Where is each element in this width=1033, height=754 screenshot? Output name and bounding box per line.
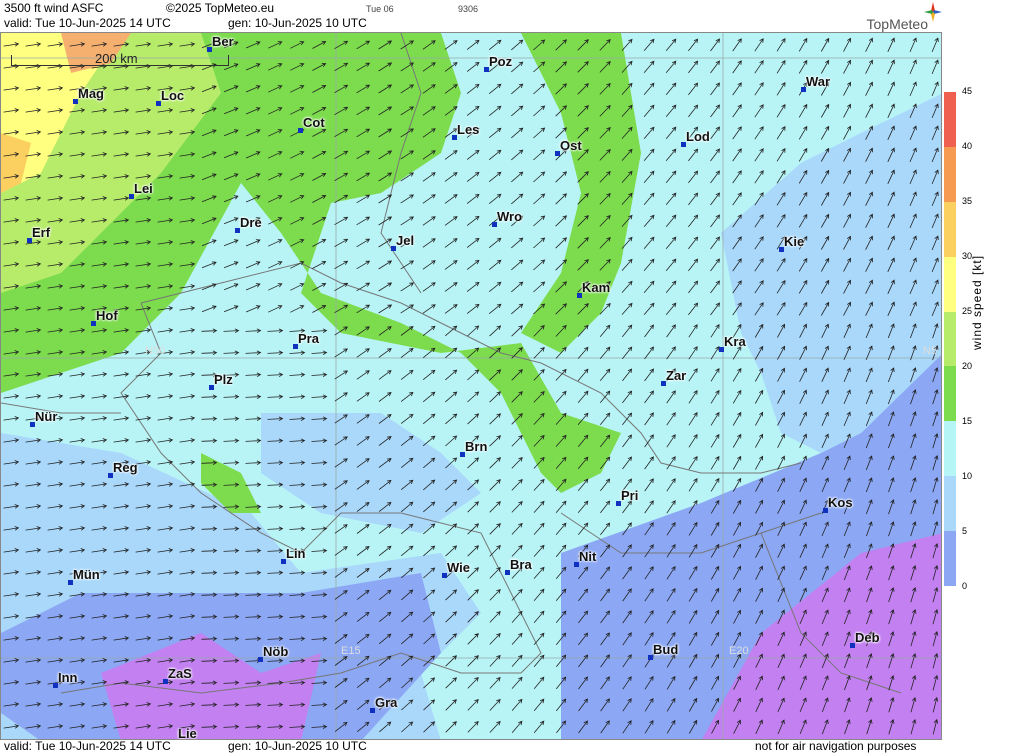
city-label: Poz: [489, 54, 513, 69]
compass-logo-icon: [924, 2, 942, 22]
city-label: Nit: [579, 549, 597, 564]
city-label: Reg: [113, 460, 138, 475]
footer-generated-time: gen: 10-Jun-2025 10 UTC: [228, 739, 367, 753]
city-label: Brn: [465, 439, 488, 454]
legend-swatch: [944, 92, 956, 148]
legend-tick-label: 35: [962, 196, 973, 206]
legend-swatch: [944, 256, 956, 313]
legend-swatch: [944, 311, 956, 367]
city-label: Cot: [303, 115, 325, 130]
footer-valid-time: valid: Tue 10-Jun-2025 14 UTC: [4, 739, 171, 753]
grid-label-e15: E15: [341, 645, 361, 657]
legend-swatch: [944, 476, 956, 532]
city-label: Gra: [375, 695, 398, 710]
brand-name: TopMeteo: [866, 16, 928, 32]
city-label: Mün: [73, 567, 100, 582]
city-label: Lie: [178, 726, 197, 740]
city-marker: [173, 739, 178, 740]
city-label: Lod: [686, 129, 710, 144]
wind-map[interactable]: N50 N5 E15 E20 200 km Ber Poz War Mag Loc Cot…: [0, 32, 942, 740]
topmeteo-logo: TopMeteo: [867, 16, 928, 32]
city-label: Erf: [32, 225, 51, 240]
city-label: Plz: [214, 372, 233, 387]
city-label: Bud: [653, 642, 679, 657]
city-label: Lin: [286, 546, 306, 561]
city-label: Wro: [497, 209, 523, 224]
city-label: Deb: [855, 630, 880, 645]
legend-axis-title: wind speed [kt]: [970, 254, 984, 350]
city-label: Kra: [724, 334, 746, 349]
city-label: Pra: [298, 331, 319, 346]
city-label: Inn: [58, 670, 78, 685]
city-label: Ber: [212, 34, 234, 49]
legend-tick-label: 20: [962, 361, 973, 371]
air-navigation-disclaimer: not for air navigation purposes: [755, 739, 917, 753]
legend-tick-label: 45: [962, 86, 973, 96]
city-label: Nür: [35, 409, 58, 424]
city-label: Mag: [78, 86, 104, 101]
copyright: ©2025 TopMeteo.eu: [166, 1, 275, 15]
city-label: Kam: [582, 280, 611, 295]
city-label: Hof: [96, 308, 118, 323]
legend-swatch: [944, 366, 956, 422]
city-label: ZaS: [168, 666, 192, 681]
legend-tick-label: 10: [962, 471, 973, 481]
city-label: Jel: [396, 233, 415, 248]
city-label: Pri: [621, 488, 639, 503]
legend-tick-label: 5: [962, 526, 968, 536]
day-tab[interactable]: Tue 06: [366, 4, 394, 14]
wind-speed-legend: [944, 92, 956, 587]
city-label: Ost: [560, 138, 582, 153]
legend-swatch: [944, 421, 956, 477]
city-label: Kie: [784, 234, 805, 249]
city-label: Loc: [161, 88, 185, 103]
city-label: Wie: [447, 560, 470, 575]
generated-time: gen: 10-Jun-2025 10 UTC: [228, 16, 367, 30]
city-label: War: [806, 74, 831, 89]
city-label: Kos: [828, 495, 853, 510]
legend-tick-label: 15: [962, 416, 973, 426]
city-label: Nöb: [263, 644, 289, 659]
wind-field-layer: [1, 33, 941, 739]
city-label: Dre: [240, 215, 262, 230]
map-code: 9306: [458, 4, 479, 14]
grid-label-n50-right: N5: [923, 345, 938, 357]
scale-bar-label: 200 km: [95, 51, 138, 66]
city-label: Les: [457, 122, 480, 137]
city-label: Zar: [666, 368, 687, 383]
map-title: 3500 ft wind ASFC: [4, 1, 104, 15]
legend-tick-label: 40: [962, 141, 973, 151]
city-label: Bra: [510, 557, 532, 572]
city-label: Lei: [134, 181, 153, 196]
legend-swatch: [944, 531, 956, 587]
legend-swatch: [944, 146, 956, 203]
legend-tick-label: 0: [962, 581, 968, 591]
grid-label-e20: E20: [729, 645, 749, 657]
valid-time: valid: Tue 10-Jun-2025 14 UTC: [4, 16, 171, 30]
legend-swatch: [944, 201, 956, 258]
grid-label-n50: N50: [145, 345, 166, 357]
